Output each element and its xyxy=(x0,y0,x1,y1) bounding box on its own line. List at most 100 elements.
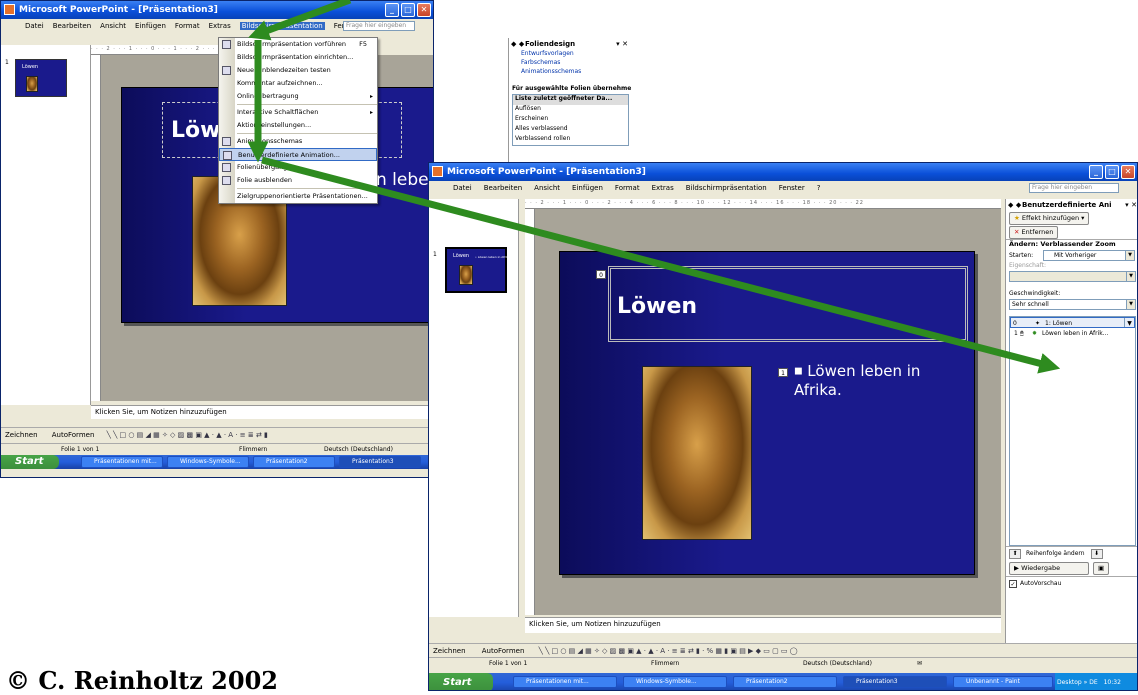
start-row: Starten: Mit Vorheriger ▼ xyxy=(1006,249,1137,262)
pane-close-icon[interactable]: ▾ ✕ xyxy=(1125,199,1137,211)
front-task-paint[interactable]: Unbenannt - Paint xyxy=(953,676,1053,688)
front-shape-tools-icon[interactable]: ╲ ╲ □ ○ ▤ ◢ ▦ ✧ ◇ ▨ ▩ ▣ ▲ · ▲ · A · ≡ ≣ … xyxy=(539,647,798,655)
menu-format[interactable]: Format xyxy=(175,22,200,30)
back-notes-pane[interactable]: Klicken Sie, um Notizen hinzuzufügen xyxy=(91,405,433,419)
play-button[interactable]: ▶ Wiedergabe xyxy=(1009,561,1089,575)
design-link-animationsschemas[interactable]: Animationsschemas xyxy=(509,68,632,77)
tray-language[interactable]: DE xyxy=(1089,679,1097,686)
bullet-animation-tag[interactable]: 1 xyxy=(778,368,788,377)
speed-select[interactable]: Sehr schnell ▼ xyxy=(1009,299,1136,310)
move-up-icon[interactable]: ⬆ xyxy=(1009,548,1021,559)
design-link-entwurf[interactable]: Entwurfsvorlagen xyxy=(509,50,632,59)
minimize-icon[interactable]: _ xyxy=(1089,165,1103,179)
menu-extras[interactable]: Extras xyxy=(652,184,674,192)
front-start-button[interactable]: Start xyxy=(429,673,493,690)
property-select[interactable]: ▼ xyxy=(1009,271,1136,282)
front-slide-title[interactable]: Löwen xyxy=(608,266,968,342)
maximize-icon[interactable]: □ xyxy=(401,3,415,17)
foliendesign-title-bar: ◆ ◆ Foliendesign ▾ ✕ xyxy=(509,38,632,50)
spellcheck-icon[interactable]: ✉ xyxy=(917,658,922,669)
front-title-bar[interactable]: Microsoft PowerPoint - [Präsentation3] _… xyxy=(429,163,1137,181)
design-list-item-erscheinen[interactable]: Erscheinen xyxy=(513,115,628,125)
pane-nav-icon[interactable]: ◆ ◆ xyxy=(1008,199,1021,211)
menu-item-onlineuebertragung[interactable]: Onlineübertragung ▸ xyxy=(219,90,377,103)
menu-ansicht[interactable]: Ansicht xyxy=(534,184,560,192)
menu-help[interactable]: ? xyxy=(817,184,821,192)
add-effect-button[interactable]: ★ Effekt hinzufügen ▾ xyxy=(1009,211,1090,225)
front-notes-pane[interactable]: Klicken Sie, um Notizen hinzuzufügen xyxy=(525,617,1001,633)
chevron-icon[interactable]: » xyxy=(1084,679,1088,686)
menu-item-einblendezeiten[interactable]: Neue Einblendezeiten testen xyxy=(219,64,377,77)
back-start-button[interactable]: Start xyxy=(1,455,59,469)
front-autoformen-button[interactable]: AutoFormen xyxy=(482,647,525,655)
title-animation-tag[interactable]: 0 xyxy=(596,270,606,279)
design-list-item-aufloesen[interactable]: Auflösen xyxy=(513,105,628,115)
menu-bildschirmpraesentation[interactable]: Bildschirmpräsentation xyxy=(239,21,325,30)
menu-bearbeiten[interactable]: Bearbeiten xyxy=(53,22,91,30)
front-slide-bullet[interactable]: ■ Löwen leben in Afrika. xyxy=(794,362,944,399)
front-slide[interactable]: 0 Löwen 1 ■ Löwen leben in Afrika. xyxy=(559,251,975,575)
design-list-item-rollen[interactable]: Verblassend rollen xyxy=(513,135,628,145)
back-status-design: Flimmern xyxy=(239,446,268,453)
ask-question-input[interactable]: Frage hier eingeben xyxy=(1029,183,1119,193)
move-down-icon[interactable]: ⬇ xyxy=(1090,548,1103,559)
menu-item-vorfuehren[interactable]: Bildschirmpräsentation vorführen F5 xyxy=(219,38,377,51)
menu-item-folienuebergang[interactable]: Folienübergang... xyxy=(219,161,377,174)
menu-bearbeiten[interactable]: Bearbeiten xyxy=(484,184,522,192)
autopreview-checkbox[interactable]: ✓ xyxy=(1009,579,1017,588)
menu-item-benutzerdefinierte-animation[interactable]: Benutzerdefinierte Animation... xyxy=(219,148,377,161)
menu-einfuegen[interactable]: Einfügen xyxy=(135,22,166,30)
maximize-icon[interactable]: □ xyxy=(1105,165,1119,179)
menu-fenster[interactable]: Fenster xyxy=(779,184,805,192)
menu-format[interactable]: Format xyxy=(615,184,640,192)
front-task-praesentationen[interactable]: Präsentationen mit... xyxy=(513,676,617,688)
minimize-icon[interactable]: _ xyxy=(385,3,399,17)
slideshow-button[interactable]: ▣ xyxy=(1093,561,1110,575)
animation-item-bullet[interactable]: 1 🖱 ✸ Löwen leben in Afrik... xyxy=(1010,328,1135,339)
back-task-praesentationen[interactable]: Präsentationen mit... xyxy=(81,456,163,468)
menu-item-aktionseinstellungen[interactable]: Aktionseinstellungen... xyxy=(219,119,377,132)
menu-extras[interactable]: Extras xyxy=(209,22,231,30)
pane-nav-icon[interactable]: ◆ ◆ xyxy=(511,38,524,50)
back-zeichnen-button[interactable]: Zeichnen xyxy=(5,431,38,439)
menu-datei[interactable]: Datei xyxy=(453,184,472,192)
desktop-toolbar-label[interactable]: Desktop xyxy=(1057,679,1082,686)
back-slide-thumbnail[interactable]: Löwen xyxy=(15,59,67,97)
back-task-windows-symbole[interactable]: Windows-Symbole... xyxy=(167,456,249,468)
ask-question-input[interactable]: Frage hier eingeben xyxy=(343,21,415,31)
close-icon[interactable]: ✕ xyxy=(417,3,431,17)
front-slide-lion-image[interactable] xyxy=(642,366,752,540)
remove-effect-button[interactable]: ✕ Entfernen xyxy=(1009,225,1059,239)
front-task-praesentation2[interactable]: Präsentation2 xyxy=(733,676,837,688)
start-select[interactable]: Mit Vorheriger ▼ xyxy=(1043,250,1135,261)
menu-item-kommentar[interactable]: Kommentar aufzeichnen... xyxy=(219,77,377,90)
menu-item-einrichten[interactable]: Bildschirmpräsentation einrichten... xyxy=(219,51,377,64)
remove-row: ✕ Entfernen xyxy=(1006,225,1137,239)
menu-ansicht[interactable]: Ansicht xyxy=(100,22,126,30)
menu-item-zielgruppen[interactable]: Zielgruppenorientierte Präsentationen... xyxy=(219,190,377,203)
front-zeichnen-button[interactable]: Zeichnen xyxy=(433,647,466,655)
back-shape-tools-icon[interactable]: ╲ ╲ □ ○ ▤ ◢ ▦ ✧ ◇ ▨ ▩ ▣ ▲ · ▲ · A · ≡ ≣ … xyxy=(107,431,268,439)
menu-einfuegen[interactable]: Einfügen xyxy=(572,184,603,192)
front-thumb-number: 1 xyxy=(433,251,437,258)
menu-datei[interactable]: Datei xyxy=(25,22,44,30)
front-task-windows-symbole[interactable]: Windows-Symbole... xyxy=(623,676,727,688)
remove-icon: ✕ xyxy=(1014,227,1020,236)
back-title-bar[interactable]: Microsoft PowerPoint - [Präsentation3] _… xyxy=(1,1,433,19)
menu-item-animationsschemas[interactable]: Animationsschemas xyxy=(219,135,377,148)
slideshow-dropdown-menu: Bildschirmpräsentation vorführen F5 Bilds… xyxy=(218,37,378,204)
menu-bildschirmpraesentation[interactable]: Bildschirmpräsentation xyxy=(686,184,767,192)
pane-close-icon[interactable]: ▾ ✕ xyxy=(616,38,628,50)
menu-item-schaltflaechen[interactable]: Interaktive Schaltflächen ▸ xyxy=(219,106,377,119)
front-task-praesentation3[interactable]: Präsentation3 xyxy=(843,676,947,688)
menu-item-folie-ausblenden[interactable]: Folie ausblenden xyxy=(219,174,377,187)
animation-item-title[interactable]: 0 ✦ 1: Löwen ▼ xyxy=(1010,317,1135,328)
back-task-praesentation3[interactable]: Präsentation3 xyxy=(339,456,421,468)
front-slide-thumbnail[interactable]: Löwen • Löwen leben in Afrika xyxy=(445,247,510,293)
chevron-down-icon[interactable]: ▼ xyxy=(1124,318,1134,327)
back-autoformen-button[interactable]: AutoFormen xyxy=(52,431,95,439)
design-link-farbschemas[interactable]: Farbschemas xyxy=(509,59,632,68)
back-task-praesentation2[interactable]: Präsentation2 xyxy=(253,456,335,468)
close-icon[interactable]: ✕ xyxy=(1121,165,1135,179)
design-list-item-verblassend[interactable]: Alles verblassend xyxy=(513,125,628,135)
